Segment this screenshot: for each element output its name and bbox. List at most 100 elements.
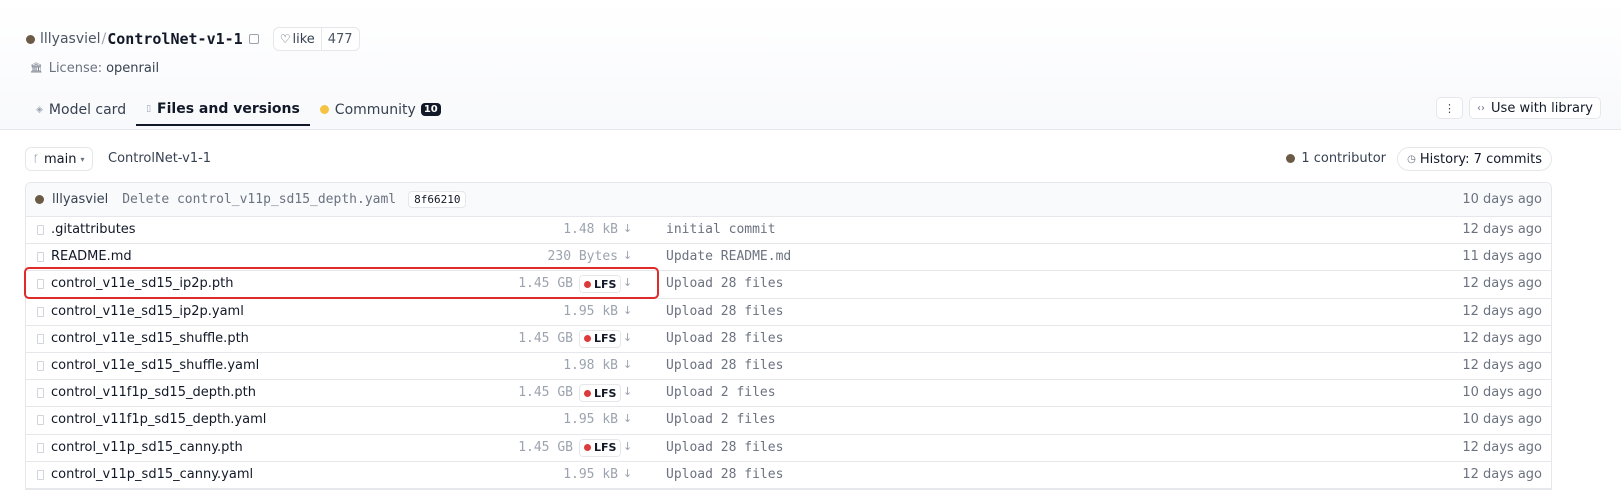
contributors-label: 1 contributor	[1301, 151, 1386, 166]
file-name-link[interactable]: .gitattributes	[51, 222, 136, 237]
last-commit-row: lllyasviel Delete control_v11p_sd15_dept…	[26, 183, 1551, 217]
license-value-link[interactable]: openrail	[106, 61, 159, 76]
like-label: like	[292, 31, 315, 47]
lfs-badge: LFS	[579, 438, 622, 457]
download-icon[interactable]: ↓	[623, 331, 632, 344]
file-row[interactable]: control_v11p_sd15_canny.pth 1.45 GB LFS ↓ Up…	[26, 435, 1551, 462]
branch-name: main	[44, 151, 77, 167]
like-button[interactable]: ♡ like 477	[272, 27, 360, 51]
download-icon[interactable]: ↓	[623, 304, 632, 317]
contributors-link[interactable]: 1 contributor	[1286, 151, 1386, 166]
file-list: .gitattributes 1.48 kB ↓ initial commit 12 d…	[26, 217, 1551, 489]
file-icon	[37, 306, 44, 317]
file-name-link[interactable]: control_v11e_sd15_ip2p.yaml	[51, 304, 244, 319]
file-name-link[interactable]: control_v11e_sd15_shuffle.pth	[51, 331, 249, 346]
file-size: 1.95 kB	[563, 412, 618, 428]
download-icon[interactable]: ↓	[623, 358, 632, 371]
file-commit-message-link[interactable]: Update README.md	[666, 249, 791, 264]
file-icon	[37, 279, 44, 290]
file-commit-time: 12 days ago	[1462, 357, 1542, 373]
file-commit-message-link[interactable]: Upload 28 files	[666, 467, 783, 482]
repo-name-link[interactable]: ControlNet-v1-1	[107, 30, 242, 48]
download-icon[interactable]: ↓	[623, 412, 632, 425]
file-name-link[interactable]: control_v11e_sd15_ip2p.pth	[51, 276, 233, 291]
file-name-link[interactable]: control_v11p_sd15_canny.yaml	[51, 467, 253, 482]
community-icon	[319, 105, 329, 114]
file-name-link[interactable]: control_v11f1p_sd15_depth.pth	[51, 385, 256, 400]
like-count[interactable]: 477	[320, 28, 359, 50]
file-commit-message-link[interactable]: Upload 28 files	[666, 440, 783, 455]
repo-owner-link[interactable]: lllyasviel	[40, 31, 101, 47]
more-options-button[interactable]: ⋮	[1436, 97, 1464, 119]
breadcrumb[interactable]: ControlNet-v1-1	[108, 151, 211, 166]
download-icon[interactable]: ↓	[623, 249, 632, 262]
file-commit-message-link[interactable]: Upload 28 files	[666, 331, 783, 346]
tab-files-and-versions[interactable]: ▯ Files and versions	[136, 93, 310, 126]
lfs-badge: LFS	[579, 329, 622, 348]
download-icon[interactable]: ↓	[623, 440, 632, 453]
tab-label: Model card	[48, 101, 127, 118]
commit-hash-link[interactable]: 8f66210	[408, 191, 467, 208]
file-row[interactable]: control_v11e_sd15_ip2p.yaml 1.95 kB ↓ Uploa…	[26, 299, 1551, 326]
file-row[interactable]: control_v11f1p_sd15_depth.pth 1.45 GB LFS ↓…	[26, 380, 1551, 408]
file-commit-message-link[interactable]: initial commit	[666, 222, 776, 237]
repo-tabs: ◈ Model card ▯ Files and versions Commun…	[26, 93, 451, 126]
lfs-label: LFS	[594, 332, 617, 346]
file-size: 1.98 kB	[563, 357, 618, 373]
commit-message-link[interactable]: Delete control_v11p_sd15_depth.yaml	[122, 192, 396, 207]
file-row[interactable]: control_v11f1p_sd15_depth.yaml 1.95 kB ↓ Up…	[26, 407, 1551, 435]
file-row[interactable]: control_v11p_sd15_canny.yaml 1.95 kB ↓ Uplo…	[26, 462, 1551, 489]
file-row[interactable]: control_v11e_sd15_ip2p.pth 1.45 GB LFS ↓ Upl…	[26, 271, 1551, 299]
file-commit-message-link[interactable]: Upload 28 files	[666, 358, 783, 373]
bank-icon: 🏛	[30, 62, 43, 74]
history-button[interactable]: ◷ History: 7 commits	[1397, 147, 1552, 171]
file-commit-message-link[interactable]: Upload 28 files	[666, 276, 783, 291]
file-icon	[37, 388, 44, 399]
download-icon[interactable]: ↓	[623, 385, 632, 398]
tab-model-card[interactable]: ◈ Model card	[26, 93, 136, 126]
download-icon[interactable]: ↓	[623, 222, 632, 235]
file-row[interactable]: control_v11e_sd15_shuffle.yaml 1.98 kB ↓ Up…	[26, 353, 1551, 381]
lfs-icon	[584, 335, 591, 343]
file-commit-message-link[interactable]: Upload 28 files	[666, 304, 783, 319]
file-size: 1.45 GB	[518, 330, 573, 346]
kebab-icon: ⋮	[1444, 101, 1456, 115]
clock-icon: ◷	[1407, 153, 1416, 165]
file-row[interactable]: .gitattributes 1.48 kB ↓ initial commit 12 d…	[26, 217, 1551, 245]
file-name-link[interactable]: control_v11e_sd15_shuffle.yaml	[51, 358, 259, 373]
tab-label: Files and versions	[157, 100, 300, 117]
lfs-badge: LFS	[579, 384, 622, 403]
file-size: 1.95 kB	[563, 303, 618, 319]
file-name-link[interactable]: control_v11p_sd15_canny.pth	[51, 440, 243, 455]
branch-icon: ᚴ	[33, 153, 39, 165]
lfs-label: LFS	[594, 386, 617, 400]
download-icon[interactable]: ↓	[623, 276, 632, 289]
files-icon: ▯	[146, 103, 152, 114]
file-commit-message-link[interactable]: Upload 2 files	[666, 385, 776, 400]
commit-author-link[interactable]: lllyasviel	[52, 192, 108, 207]
file-name-link[interactable]: README.md	[51, 249, 132, 264]
license-line: 🏛 License: openrail	[30, 59, 159, 77]
commit-author-avatar	[35, 195, 44, 204]
branch-selector[interactable]: ᚴ main ▾	[25, 147, 93, 171]
file-name-link[interactable]: control_v11f1p_sd15_depth.yaml	[51, 412, 266, 427]
file-size: 230 Bytes	[547, 249, 618, 265]
file-commit-time: 12 days ago	[1462, 439, 1542, 455]
file-row[interactable]: README.md 230 Bytes ↓ Update README.md 11 da…	[26, 244, 1551, 272]
use-with-library-button[interactable]: ‹› Use with library	[1469, 97, 1601, 119]
file-commit-time: 12 days ago	[1462, 276, 1542, 292]
copy-icon[interactable]	[248, 34, 259, 44]
download-icon[interactable]: ↓	[623, 467, 632, 480]
file-icon	[37, 415, 44, 426]
header-actions: ⋮ ‹› Use with library	[1436, 97, 1601, 119]
file-row[interactable]: control_v11e_sd15_shuffle.pth 1.45 GB LFS ↓…	[26, 326, 1551, 353]
file-commit-time: 10 days ago	[1462, 385, 1542, 401]
file-size: 1.95 kB	[563, 466, 618, 482]
contributor-avatar	[1286, 154, 1296, 163]
lfs-label: LFS	[594, 441, 617, 454]
file-commit-message-link[interactable]: Upload 2 files	[666, 412, 776, 427]
code-icon: ‹›	[1477, 102, 1486, 114]
tab-community[interactable]: Community 10	[310, 93, 451, 126]
lfs-badge: LFS	[579, 275, 622, 294]
file-commit-time: 11 days ago	[1462, 249, 1542, 265]
